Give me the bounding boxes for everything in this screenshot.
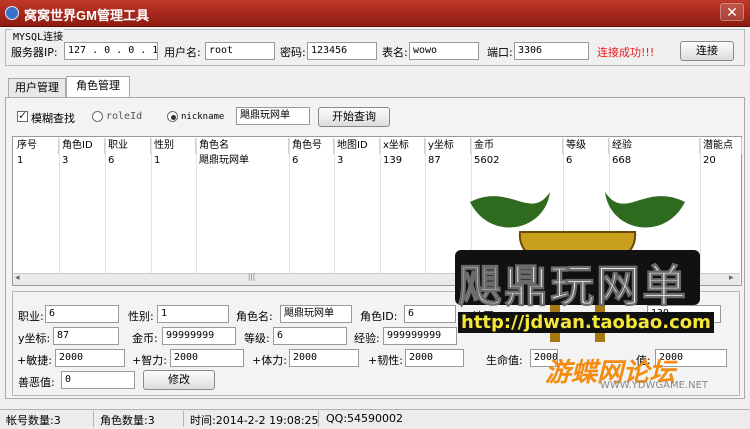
scroll-thumb[interactable]: ||| <box>248 273 255 281</box>
table-cell[interactable]: 139 <box>380 154 425 168</box>
tab-role-management[interactable]: 角色管理 <box>66 76 130 97</box>
scroll-right-icon[interactable]: ▸ <box>729 273 734 283</box>
port-label: 端口: <box>487 46 513 59</box>
table-cell[interactable]: 1 <box>14 154 59 168</box>
mysql-group-label: MYSQL连接 <box>12 28 65 43</box>
roleid-field[interactable]: 6 <box>404 305 456 323</box>
roleid-radio[interactable] <box>92 111 103 122</box>
close-button[interactable]: ✕ <box>720 3 744 21</box>
nickname-radio-label: nickname <box>181 112 225 122</box>
intel-field[interactable]: 2000 <box>170 349 244 367</box>
name-label: 角色名: <box>236 310 273 323</box>
watermark-forum-url: WWW.YDWGAME.NET <box>600 380 709 391</box>
start-query-button[interactable]: 开始查询 <box>318 107 390 127</box>
column-header[interactable]: x坐标 <box>380 138 425 154</box>
gender-field[interactable]: 1 <box>157 305 229 323</box>
table-cell[interactable]: 1 <box>151 154 196 168</box>
fuzzy-search-checkbox[interactable]: ✓ <box>17 109 28 122</box>
exp-label: 经验: <box>354 332 380 345</box>
karma-label: 善恶值: <box>18 376 55 389</box>
column-header[interactable]: 序号 <box>14 138 59 154</box>
column-header[interactable]: 金币 <box>471 138 563 154</box>
user-label: 用户名: <box>164 46 201 59</box>
table-cell[interactable]: 20 <box>700 154 742 168</box>
column-header[interactable]: 角色号 <box>289 138 334 154</box>
column-header[interactable]: 地图ID <box>334 138 380 154</box>
column-header[interactable]: 职业 <box>105 138 151 154</box>
gender-label: 性别: <box>128 310 154 323</box>
window-title: 窝窝世界GM管理工具 <box>24 8 149 23</box>
gold-field[interactable]: 99999999 <box>162 327 236 345</box>
karma-field[interactable]: 0 <box>61 371 135 389</box>
search-input[interactable]: 飓鼎玩网单 <box>236 107 310 125</box>
table-cell[interactable]: 飓鼎玩网单 <box>196 154 289 168</box>
table-cell[interactable]: 3 <box>334 154 380 168</box>
status-divider <box>93 411 94 427</box>
column-header[interactable]: 角色名 <box>196 138 289 154</box>
y-field[interactable]: 87 <box>53 327 119 345</box>
level-field[interactable]: 6 <box>273 327 347 345</box>
job-label: 职业: <box>18 310 44 323</box>
y-label: y坐标: <box>18 332 51 345</box>
port-field[interactable]: 3306 <box>514 42 589 60</box>
app-icon <box>5 6 19 20</box>
column-header[interactable]: y坐标 <box>425 138 471 154</box>
password-field[interactable]: 123456 <box>307 42 377 60</box>
watermark-logo: 飓鼎玩网单 http://jdwan.taobao.com 游蝶网论坛 WWW.… <box>450 162 714 391</box>
gold-label: 金币: <box>132 332 158 345</box>
stamina-label: +体力: <box>252 354 287 367</box>
modify-button[interactable]: 修改 <box>143 370 215 390</box>
table-cell[interactable]: 6 <box>105 154 151 168</box>
role-count: 角色数量:3 <box>100 414 155 427</box>
column-header[interactable]: 经验 <box>609 138 700 154</box>
column-header[interactable]: 性别 <box>151 138 196 154</box>
intel-label: +智力: <box>132 354 167 367</box>
status-divider <box>183 411 184 427</box>
user-field[interactable]: root <box>205 42 275 60</box>
table-field[interactable]: wowo <box>409 42 479 60</box>
server-ip-field[interactable]: 127 . 0 . 0 . 1 <box>64 42 158 60</box>
password-label: 密码: <box>280 46 306 59</box>
check-mark-icon: ✓ <box>18 109 28 122</box>
watermark-url: http://jdwan.taobao.com <box>458 312 714 333</box>
connect-button[interactable]: 连接 <box>680 41 734 61</box>
fuzzy-search-label: 模糊查找 <box>31 112 75 125</box>
server-ip-label: 服务器IP: <box>11 46 58 59</box>
level-label: 等级: <box>244 332 270 345</box>
agility-field[interactable]: 2000 <box>55 349 125 367</box>
nickname-radio[interactable] <box>167 111 178 122</box>
scroll-left-icon[interactable]: ◂ <box>15 273 20 283</box>
table-cell[interactable]: 6 <box>289 154 334 168</box>
watermark-name: 飓鼎玩网单 <box>458 261 688 313</box>
tab-user-management[interactable]: 用户管理 <box>8 78 66 97</box>
name-field[interactable]: 飓鼎玩网单 <box>280 305 352 323</box>
status-qq: QQ:54590002 <box>326 412 404 425</box>
exp-field[interactable]: 999999999 <box>383 327 457 345</box>
stamina-field[interactable]: 2000 <box>289 349 359 367</box>
status-divider <box>318 411 319 427</box>
account-count: 帐号数量:3 <box>6 414 61 427</box>
column-header[interactable]: 等级 <box>563 138 609 154</box>
roleid-radio-label: roleId <box>106 111 143 122</box>
agility-label: +敏捷: <box>17 354 52 367</box>
connection-status: 连接成功!!! <box>597 46 655 59</box>
column-header[interactable]: 角色ID <box>59 138 105 154</box>
column-header[interactable]: 潜能点 <box>700 138 742 154</box>
roleid-label: 角色ID: <box>360 310 398 323</box>
tough-label: +韧性: <box>368 354 403 367</box>
job-field[interactable]: 6 <box>45 305 119 323</box>
table-label: 表名: <box>382 46 408 59</box>
status-time: 时间:2014-2-2 19:08:25 <box>190 414 319 427</box>
table-cell[interactable]: 3 <box>59 154 105 168</box>
